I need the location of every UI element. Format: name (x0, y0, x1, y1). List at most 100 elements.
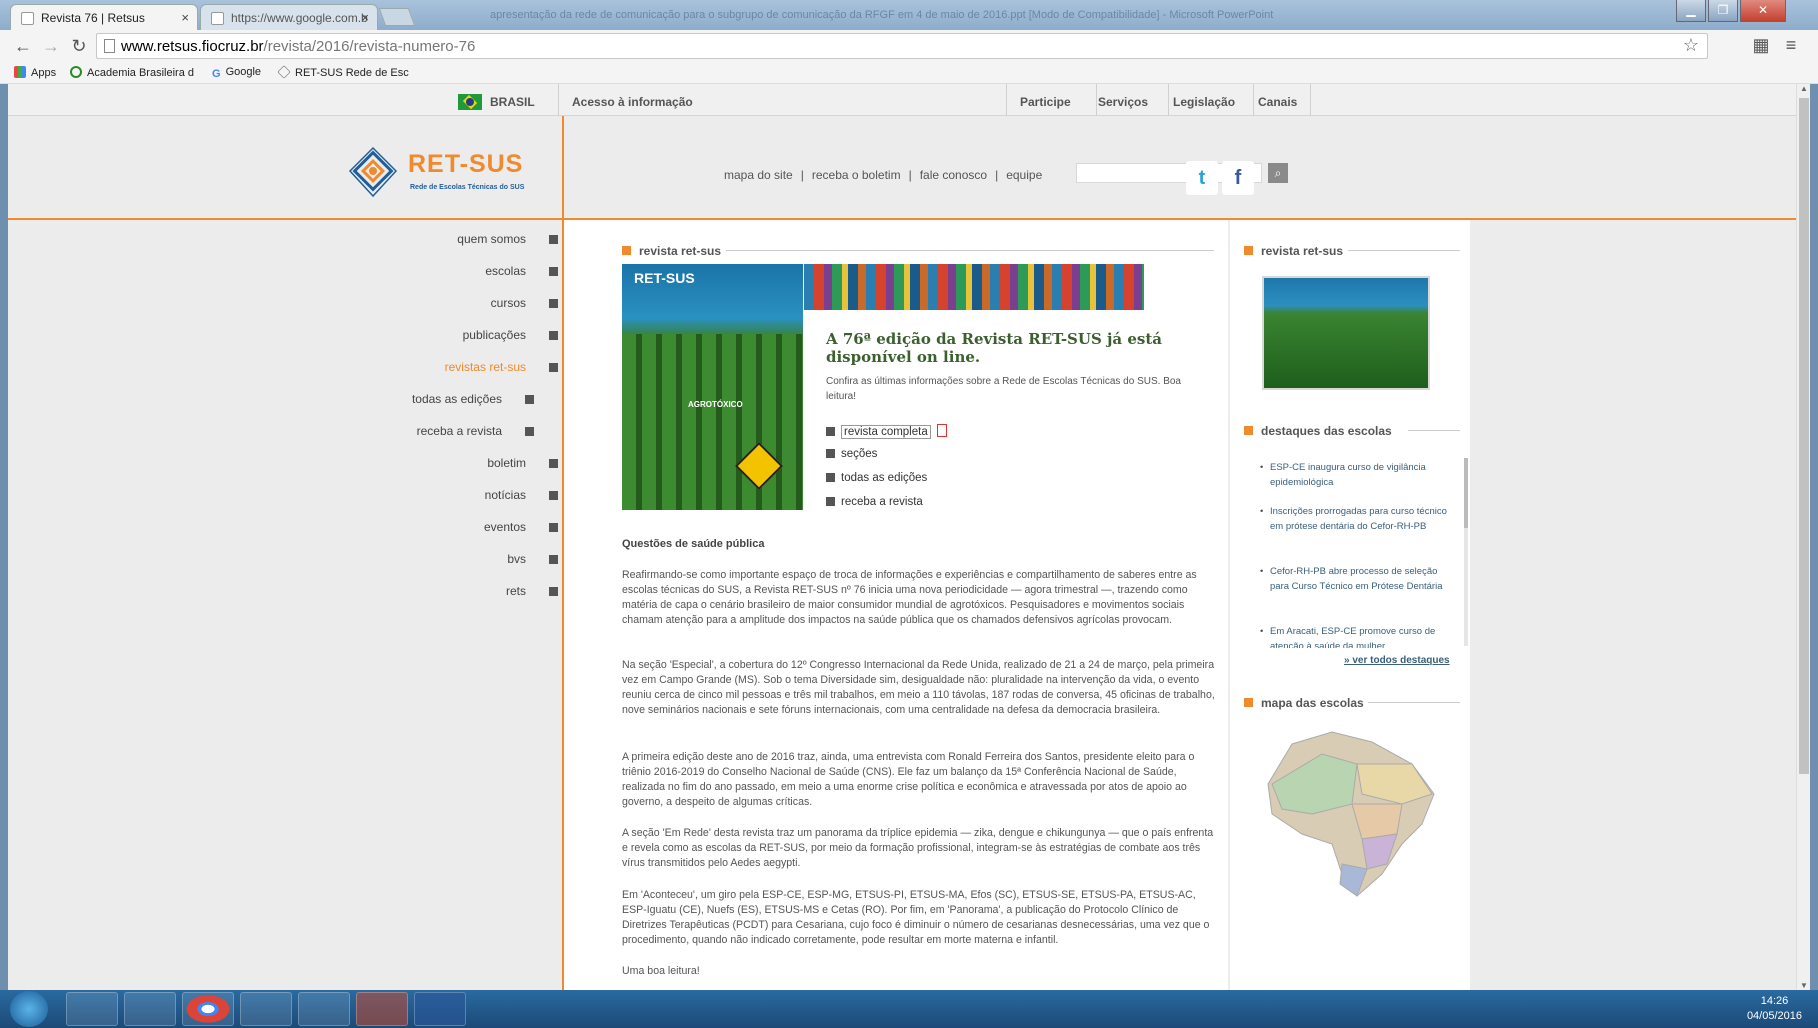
divider (1096, 84, 1097, 116)
scroll-thumb[interactable] (1464, 458, 1468, 528)
page-scrollbar[interactable]: ▲ ▼ (1796, 84, 1810, 990)
folder-icon[interactable] (298, 992, 350, 1026)
destaque-item[interactable]: ESP-CE inaugura curso de vigilância epid… (1260, 460, 1450, 490)
divider (558, 84, 559, 116)
destaque-item[interactable]: Inscrições prorrogadas para curso técnic… (1260, 504, 1450, 534)
google-icon: G (212, 68, 221, 80)
bookmark-label: Apps (31, 67, 57, 79)
article-paragraph: A seção 'Em Rede' desta revista traz um … (622, 827, 1214, 869)
internet-explorer-icon[interactable] (66, 992, 118, 1026)
link-secoes[interactable]: seções (826, 448, 877, 460)
search-button[interactable]: ⌕ (1268, 163, 1288, 183)
page-icon (104, 39, 115, 53)
link-label: revista completa (841, 425, 931, 439)
gov-link-participe[interactable]: Participe (1020, 95, 1071, 109)
link-mapa-do-site[interactable]: mapa do site (724, 168, 793, 182)
gov-link-servicos[interactable]: Serviços (1098, 95, 1148, 109)
sidebar-item-rets[interactable]: rets (338, 584, 562, 598)
scroll-thumb[interactable] (1799, 98, 1809, 774)
reload-icon[interactable]: ↻ (66, 33, 92, 59)
sidebar-item-cursos[interactable]: cursos (338, 296, 562, 310)
scroll-down-icon[interactable]: ▼ (1799, 981, 1809, 990)
word-icon[interactable] (414, 992, 466, 1026)
new-tab-button[interactable] (378, 8, 416, 26)
sidebar-item-boletim[interactable]: boletim (338, 456, 562, 470)
link-revista-completa[interactable]: revista completa (826, 424, 947, 439)
back-icon[interactable]: ← (10, 33, 36, 59)
sidebar-item-todas-edicoes[interactable]: todas as edições (338, 392, 562, 406)
bookmark-apps[interactable]: Apps (14, 66, 56, 79)
bullet-square (549, 363, 558, 372)
sidebar-item-bvs[interactable]: bvs (338, 552, 562, 566)
destaque-item[interactable]: Cefor-RH-PB abre processo de seleção par… (1260, 564, 1450, 594)
forward-icon[interactable]: → (38, 33, 64, 59)
sidebar-item-receba-revista[interactable]: receba a revista (338, 424, 562, 438)
ver-todos-destaques-link[interactable]: » ver todos destaques (1344, 655, 1450, 666)
destaque-item[interactable]: Em Aracati, ESP-CE promove curso de aten… (1260, 624, 1450, 648)
gov-link-canais[interactable]: Canais (1258, 95, 1297, 109)
sidebar-item-label: escolas (485, 264, 526, 278)
address-bar[interactable]: www.retsus.fiocruz.br/revista/2016/revis… (96, 33, 1708, 59)
section-title-revista: revista ret-sus (622, 244, 721, 258)
lead-subtitle: Confira as últimas informações sobre a R… (826, 376, 1181, 402)
sidebar-item-noticias[interactable]: notícias (338, 488, 562, 502)
twitter-icon[interactable]: t (1186, 161, 1218, 195)
link-label: todas as edições (841, 472, 928, 484)
os-taskbar: 14:26 04/05/2016 (0, 990, 1818, 1028)
link-receba-boletim[interactable]: receba o boletim (812, 168, 901, 182)
gov-link-legislacao[interactable]: Legislação (1173, 95, 1235, 109)
clock[interactable]: 14:26 04/05/2016 (1747, 994, 1802, 1024)
brazil-map-icon[interactable] (1262, 724, 1442, 904)
close-window-button[interactable]: ✕ (1740, 0, 1786, 22)
file-explorer-icon[interactable] (124, 992, 176, 1026)
scroll-up-icon[interactable]: ▲ (1799, 84, 1809, 93)
tab-google[interactable]: https://www.google.com.b × (200, 4, 378, 30)
sidebar-item-label: bvs (507, 552, 526, 566)
bookmark-star-icon[interactable]: ☆ (1683, 35, 1699, 56)
start-button[interactable] (10, 991, 48, 1027)
url-host: www.retsus.fiocruz.br (121, 38, 264, 55)
bullet-square (549, 299, 558, 308)
divider (726, 250, 1214, 251)
sidebar-item-eventos[interactable]: eventos (338, 520, 562, 534)
pdf-icon (936, 424, 947, 437)
bookmark-google[interactable]: G Google (212, 66, 261, 80)
sidebar-item-publicacoes[interactable]: publicações (338, 328, 562, 342)
magazine-thumbnail[interactable] (1262, 276, 1430, 390)
bookmark-label: RET-SUS Rede de Esc (295, 67, 409, 79)
minimize-button[interactable]: ▁ (1676, 0, 1706, 22)
bookmark-academia[interactable]: Academia Brasileira d (70, 66, 194, 79)
destaques-scrollbar[interactable] (1464, 458, 1468, 646)
magazine-cover-image[interactable]: RET-SUS AGROTÓXICO (622, 264, 803, 510)
section-title-text: mapa das escolas (1261, 696, 1364, 710)
gov-brasil-link[interactable]: BRASIL (490, 95, 535, 109)
sidebar-item-quem-somos[interactable]: quem somos (338, 232, 562, 246)
maximize-button[interactable]: ❐ (1708, 0, 1738, 22)
tab-revista[interactable]: Revista 76 | Retsus × (10, 4, 198, 30)
bullet-square (525, 427, 534, 436)
site-logo[interactable]: RET-SUS Rede de Escolas Técnicas do SUS (346, 144, 536, 210)
powerpoint-icon[interactable] (356, 992, 408, 1026)
link-todas-edicoes[interactable]: todas as edições (826, 472, 927, 484)
close-tab-icon[interactable]: × (181, 10, 189, 25)
gov-access-link[interactable]: Acesso à informação (572, 95, 693, 109)
link-receba-revista[interactable]: receba a revista (826, 496, 923, 508)
bookmark-retsus[interactable]: RET-SUS Rede de Esc (277, 65, 409, 79)
article-subtitle: Questões de saúde pública (622, 538, 765, 550)
magazine-collection-image (804, 264, 1144, 310)
chrome-icon[interactable] (182, 992, 234, 1026)
facebook-icon[interactable]: f (1222, 161, 1254, 195)
url-path: /revista/2016/revista-numero-76 (263, 38, 476, 55)
retsus-icon (277, 65, 291, 79)
article-paragraph: Uma boa leitura! (622, 965, 700, 977)
sidebar-item-label: notícias (484, 488, 526, 502)
sidebar-item-label: cursos (490, 296, 526, 310)
sidebar-item-revistas[interactable]: revistas ret-sus (338, 360, 562, 374)
link-fale-conosco[interactable]: fale conosco (920, 168, 987, 182)
extension-icon[interactable]: ▦ (1752, 36, 1770, 54)
link-equipe[interactable]: equipe (1006, 168, 1042, 182)
sidebar-item-escolas[interactable]: escolas (338, 264, 562, 278)
close-tab-icon[interactable]: × (361, 10, 369, 25)
menu-icon[interactable]: ≡ (1782, 36, 1800, 54)
media-player-icon[interactable] (240, 992, 292, 1026)
